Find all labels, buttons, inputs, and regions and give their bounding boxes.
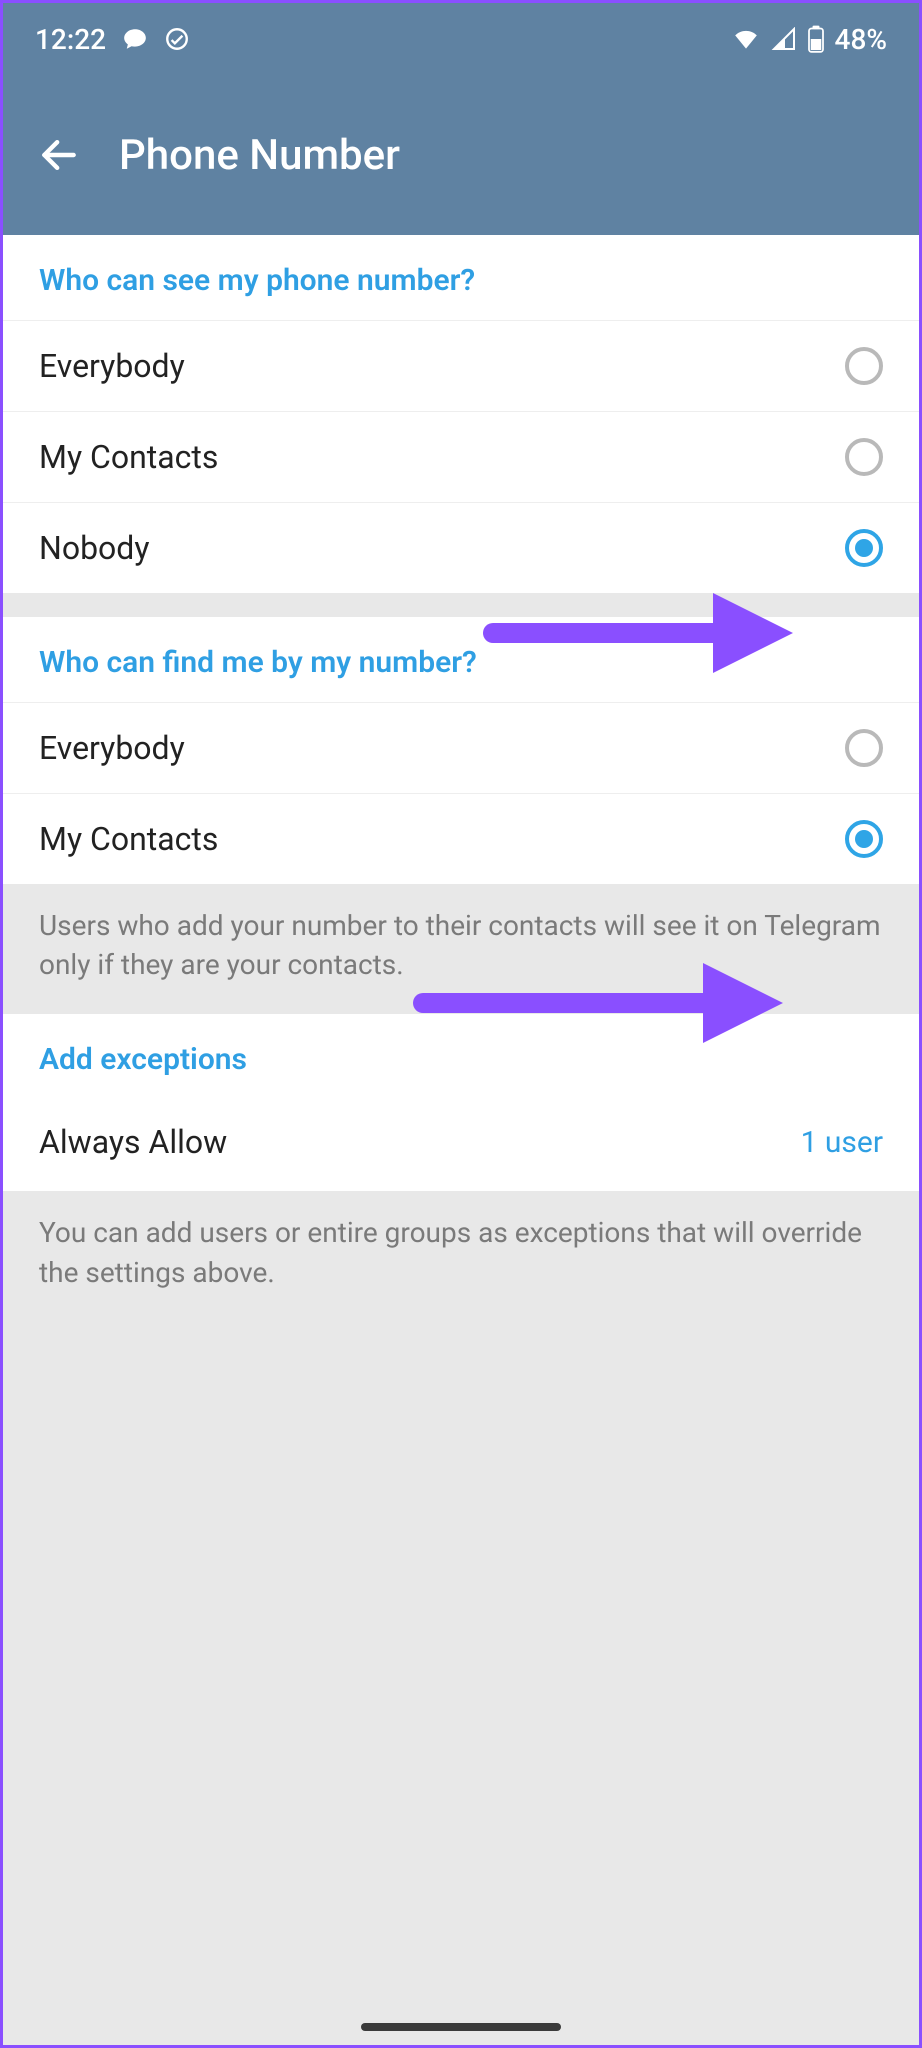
exception-label: Always Allow [39, 1123, 227, 1161]
radio-icon [845, 729, 883, 767]
option-label: Everybody [39, 729, 185, 767]
option-mycontacts-find[interactable]: My Contacts [3, 793, 919, 884]
app-bar: Phone Number [3, 75, 919, 235]
status-left: 12:22 [35, 23, 190, 56]
page-title: Phone Number [119, 131, 400, 180]
option-mycontacts-see[interactable]: My Contacts [3, 411, 919, 502]
option-label: My Contacts [39, 820, 218, 858]
arrow-left-icon [37, 133, 81, 177]
status-bar: 12:22 48% [3, 3, 919, 75]
wifi-icon [731, 27, 761, 51]
section-exceptions: Add exceptions Always Allow 1 user [3, 1014, 919, 1191]
option-label: Everybody [39, 347, 185, 385]
battery-icon [807, 25, 825, 53]
section-gap [3, 593, 919, 617]
section-footer-exceptions: You can add users or entire groups as ex… [3, 1191, 919, 1321]
section-who-can-find: Who can find me by my number? Everybody … [3, 617, 919, 884]
back-button[interactable] [35, 131, 83, 179]
radio-icon [845, 529, 883, 567]
radio-icon [845, 347, 883, 385]
battery-percent: 48% [835, 23, 887, 56]
option-everybody-see[interactable]: Everybody [3, 320, 919, 411]
exception-value: 1 user [801, 1125, 883, 1160]
signal-icon [771, 27, 797, 51]
section-header-find: Who can find me by my number? [3, 617, 919, 702]
option-nobody-see[interactable]: Nobody [3, 502, 919, 593]
option-everybody-find[interactable]: Everybody [3, 702, 919, 793]
section-header-see: Who can see my phone number? [3, 235, 919, 320]
section-who-can-see: Who can see my phone number? Everybody M… [3, 235, 919, 593]
status-right: 48% [731, 23, 887, 56]
exception-always-allow[interactable]: Always Allow 1 user [3, 1099, 919, 1191]
chat-icon [122, 26, 148, 52]
status-time: 12:22 [35, 23, 106, 56]
option-label: My Contacts [39, 438, 218, 476]
radio-icon [845, 820, 883, 858]
radio-icon [845, 438, 883, 476]
section-header-exceptions: Add exceptions [3, 1014, 919, 1099]
section-footer-find: Users who add your number to their conta… [3, 884, 919, 1014]
option-label: Nobody [39, 529, 149, 567]
sync-icon [164, 26, 190, 52]
nav-handle[interactable] [361, 2023, 561, 2031]
